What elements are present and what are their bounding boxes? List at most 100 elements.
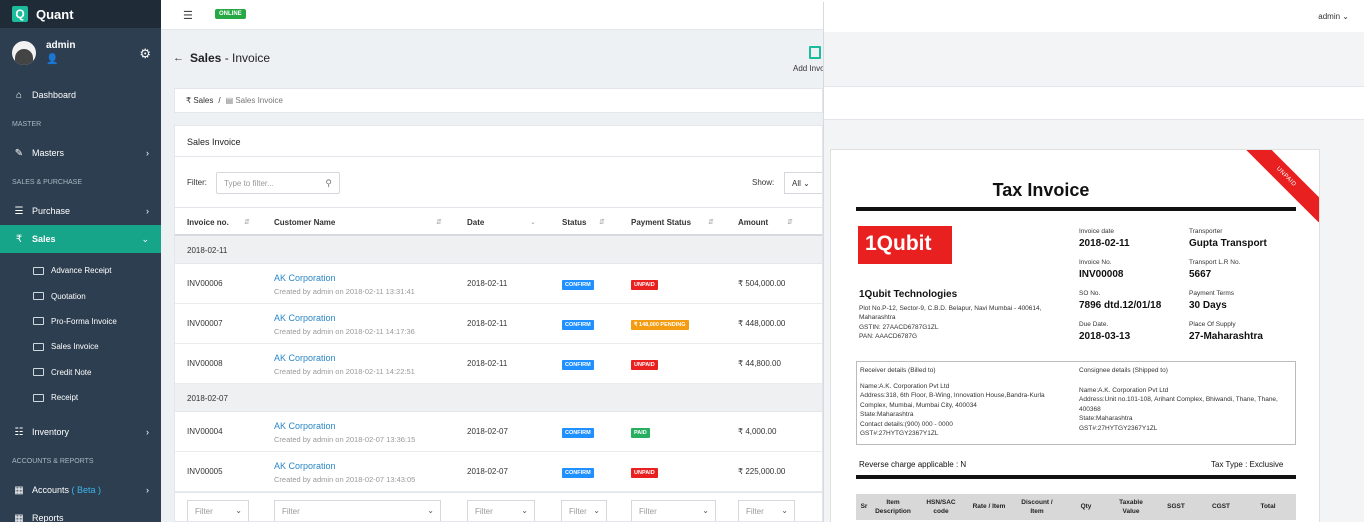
sidebar-subitem-sales-invoice[interactable]: Sales Invoice xyxy=(0,334,161,359)
sidebar-item-masters[interactable]: ✎ Masters › xyxy=(0,139,161,167)
card-icon xyxy=(33,266,44,275)
sidebar-item-accounts[interactable]: ▦ Accounts ( Beta ) › xyxy=(0,476,161,504)
sidebar-subitem-quotation[interactable]: Quotation xyxy=(0,283,161,308)
amount: ₹ 44,800.00 xyxy=(738,359,781,368)
table-row[interactable]: INV00004 AK Corporation Created by admin o… xyxy=(175,412,822,452)
sidebar-subitem-label: Receipt xyxy=(51,393,79,403)
footer-filter-date[interactable]: Filter ⌄ xyxy=(467,500,535,521)
customer-cell: AK Corporation Created by admin on 2018-0… xyxy=(274,461,415,484)
customer-link[interactable]: AK Corporation xyxy=(274,313,415,323)
receiver-line: Contact details:(900) 000 - 0000 xyxy=(860,420,953,428)
field-value: 30 Days xyxy=(1189,300,1227,311)
add-invoice-button[interactable]: Add Invo xyxy=(793,46,825,73)
app-logo-icon: Q xyxy=(12,6,28,22)
sidebar-subitem-advance-receipt[interactable]: Advance Receipt xyxy=(0,258,161,283)
search-icon: ⚲ xyxy=(325,178,332,188)
sidebar-subitem-label: Credit Note xyxy=(51,367,92,377)
sidebar-item-dashboard[interactable]: ⌂ Dashboard xyxy=(0,81,161,109)
divider xyxy=(856,207,1296,211)
table-row[interactable]: INV00008 AK Corporation Created by admin o… xyxy=(175,344,822,384)
footer-filter-status[interactable]: Filter ⌄ xyxy=(561,500,607,521)
field-label: Transporter xyxy=(1189,228,1223,235)
payment-badge: UNPAID xyxy=(631,360,658,370)
table-header: Invoice no. ⇵ Customer Name ⇵ Date ⌄ Status… xyxy=(175,207,822,236)
created-by: Created by admin on 2018-02-11 14:17:36 xyxy=(274,327,415,336)
show-select-value: All xyxy=(792,179,801,188)
footer-filter-amount[interactable]: Filter ⌄ xyxy=(738,500,795,521)
field-label: Invoice No. xyxy=(1079,259,1112,266)
col-customer[interactable]: Customer Name ⇵ xyxy=(274,218,442,227)
date-group-header: 2018-02-11 xyxy=(175,236,822,264)
chevron-down-icon: ⌄ xyxy=(702,506,709,515)
footer-filter-customer[interactable]: Filter ⌄ xyxy=(274,500,441,521)
sidebar-subitem-proforma-invoice[interactable]: Pro-Forma Invoice xyxy=(0,309,161,334)
table-row[interactable]: INV00005 AK Corporation Created by admin o… xyxy=(175,452,822,492)
breadcrumb-sales[interactable]: ₹ Sales xyxy=(186,96,213,105)
receiver-title: Receiver details (Billed to) xyxy=(860,367,936,374)
sidebar-item-reports[interactable]: ▦ Reports xyxy=(0,504,161,522)
customer-link[interactable]: AK Corporation xyxy=(274,461,415,471)
filter-input[interactable]: Type to filter... ⚲ xyxy=(216,172,340,194)
th-discount: Discount / Item xyxy=(1021,499,1053,515)
footer-filter-invoice[interactable]: Filter ⌄ xyxy=(187,500,249,521)
home-icon: ⌂ xyxy=(15,89,23,101)
footer-filter-payment[interactable]: Filter ⌄ xyxy=(631,500,716,521)
field-payment-terms: Payment Terms 30 Days xyxy=(1189,290,1234,311)
status-cell: CONFIRM xyxy=(562,467,594,478)
th-hsn: HSN/SAC code xyxy=(926,499,956,515)
sort-icon: ⇵ xyxy=(787,219,793,226)
created-by: Created by admin on 2018-02-11 13:31:41 xyxy=(274,287,415,296)
sidebar-item-inventory[interactable]: ☷ Inventory › xyxy=(0,418,161,446)
panel-topbar: admin ⌄ xyxy=(824,2,1364,32)
customer-link[interactable]: AK Corporation xyxy=(274,353,415,363)
field-label: SO No. xyxy=(1079,290,1101,297)
hamburger-icon[interactable]: ☰ xyxy=(183,9,193,22)
field-value: 2018-03-13 xyxy=(1079,331,1131,342)
item-table-header: Sr Item Description HSN/SAC code Rate / … xyxy=(856,494,1296,520)
sidebar-subitem-label: Advance Receipt xyxy=(51,266,112,276)
col-date[interactable]: Date ⌄ xyxy=(467,218,536,227)
col-invoice-no[interactable]: Invoice no. ⇵ xyxy=(187,218,250,227)
col-label: Customer Name xyxy=(274,218,336,227)
field-invoice-date: Invoice date 2018-02-11 xyxy=(1079,228,1130,249)
table-row[interactable]: INV00007 AK Corporation Created by admin o… xyxy=(175,304,822,344)
sidebar-item-purchase[interactable]: ☰ Purchase › xyxy=(0,197,161,225)
sidebar-subitem-receipt[interactable]: Receipt xyxy=(0,385,161,410)
payment-cell: UNPAID xyxy=(631,467,658,478)
back-arrow-icon[interactable]: ← xyxy=(173,52,184,64)
sidebar-item-sales[interactable]: ₹ Sales ⌄ xyxy=(0,225,161,253)
sidebar-item-label: Purchase xyxy=(32,206,71,216)
col-amount[interactable]: Amount ⇵ xyxy=(738,218,793,227)
th-item: Item Description xyxy=(875,499,911,515)
brand[interactable]: Q Quant xyxy=(0,0,161,28)
user-menu[interactable]: admin ⌄ xyxy=(1318,12,1349,21)
sidebar-subitem-credit-note[interactable]: Credit Note xyxy=(0,360,161,385)
status-cell: CONFIRM xyxy=(562,279,594,290)
footer-filter-row: Filter ⌄ Filter ⌄ Filter ⌄ Filter ⌄ Filter ⌄ … xyxy=(175,492,822,521)
gear-icon[interactable]: ⚙ xyxy=(139,46,151,62)
consignee-line: State:Maharashtra xyxy=(1079,415,1133,422)
beta-tag: ( Beta ) xyxy=(71,485,102,496)
payment-cell: PAID xyxy=(631,427,650,438)
payment-badge: UNPAID xyxy=(631,468,658,478)
col-status[interactable]: Status ⇵ xyxy=(562,218,605,227)
col-payment-status[interactable]: Payment Status ⇵ xyxy=(631,218,714,227)
invoice-date: 2018-02-11 xyxy=(467,279,508,288)
rupee-icon: ₹ xyxy=(15,233,23,245)
payment-cell: ₹ 148,000 PENDING xyxy=(631,319,689,330)
invoice-date: 2018-02-11 xyxy=(467,359,508,368)
document-icon xyxy=(33,368,44,377)
table-row[interactable]: INV00006 AK Corporation Created by admin o… xyxy=(175,264,822,304)
company-address: Plot No.P-12, Sector-9, C.B.D. Belapur, … xyxy=(859,304,1042,322)
show-select[interactable]: All ⌄ xyxy=(784,172,822,194)
customer-link[interactable]: AK Corporation xyxy=(274,273,415,283)
company-logo: 1Qubit xyxy=(858,226,952,264)
field-label: Invoice date xyxy=(1079,228,1115,235)
breadcrumb-sep: / xyxy=(218,96,221,105)
divider xyxy=(856,475,1296,479)
footer-filter-label: Filter xyxy=(282,507,300,516)
sidebar-item-label: Inventory xyxy=(32,427,70,438)
col-label: Status xyxy=(562,218,587,227)
created-by: Created by admin on 2018-02-07 13:43:05 xyxy=(274,475,416,484)
customer-link[interactable]: AK Corporation xyxy=(274,421,415,431)
